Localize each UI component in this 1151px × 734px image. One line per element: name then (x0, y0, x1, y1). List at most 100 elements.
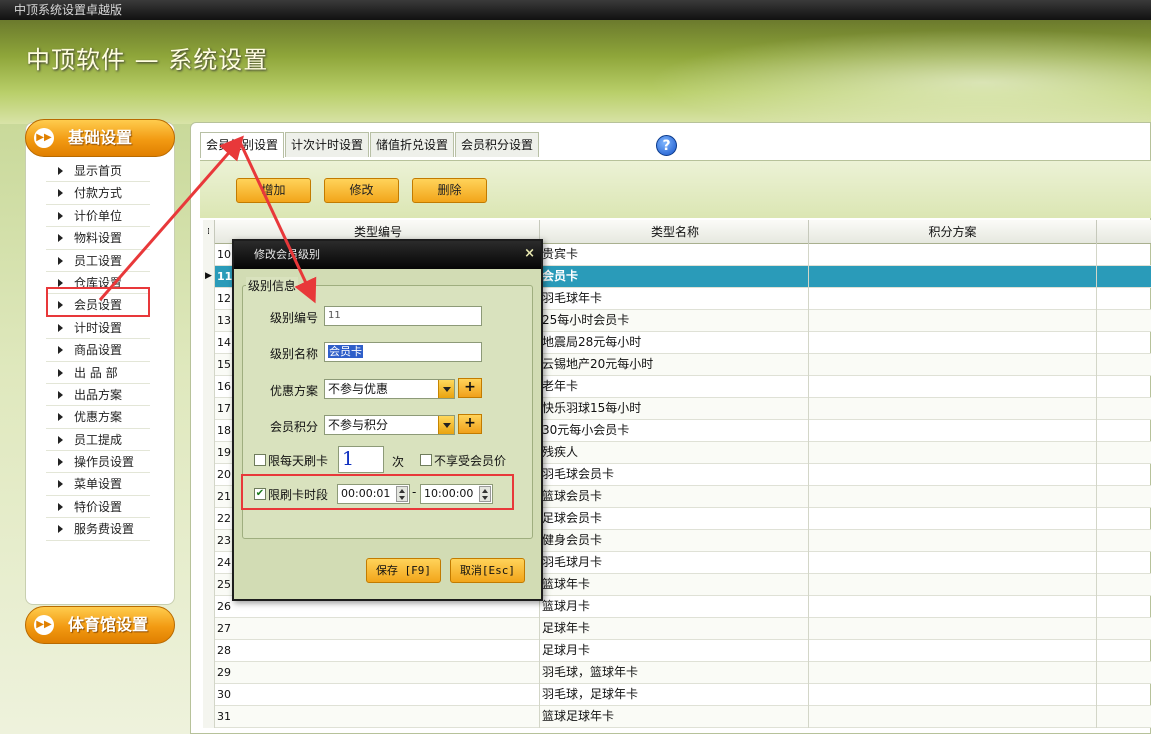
points-select[interactable]: 不参与积分 (324, 415, 455, 435)
cell-points-plan (809, 618, 1097, 640)
help-icon[interactable]: ? (656, 135, 677, 156)
group-title: 级别信息 (246, 277, 299, 294)
tab-count-time[interactable]: 计次计时设置 (285, 132, 370, 157)
sidebar-item[interactable]: 优惠方案 (46, 406, 150, 429)
sidebar-item[interactable]: 商品设置 (46, 339, 150, 362)
cell-points-plan (809, 266, 1097, 288)
sidebar-item[interactable]: 操作员设置 (46, 451, 150, 474)
cell-points-plan (809, 332, 1097, 354)
cell-blank (1097, 376, 1151, 398)
column-header[interactable]: 类型名称 (540, 220, 809, 244)
tab-member-level[interactable]: 会员级别设置 (200, 132, 285, 158)
edit-member-level-dialog: 修改会员级别 × 级别信息 级别编号 11 级别名称 会员卡 优惠方案 不参与优… (232, 239, 543, 601)
row-indicator (203, 640, 215, 662)
cell-blank (1097, 508, 1151, 530)
level-id-label: 级别编号 (270, 311, 319, 325)
daily-limit-label: 限每天刷卡 (268, 454, 329, 468)
edit-button[interactable]: 修改 (324, 178, 399, 203)
section-basic-settings-button[interactable]: ▶▶ 基础设置 (25, 119, 175, 157)
sidebar-item-label: 员工提成 (74, 432, 123, 447)
fast-forward-icon: ▶▶ (34, 615, 54, 635)
row-indicator (203, 464, 215, 486)
section-gym-settings-label: 体育馆设置 (68, 615, 149, 634)
cell-blank (1097, 310, 1151, 332)
arrow-right-icon (58, 211, 63, 220)
cell-points-plan (809, 244, 1097, 266)
cell-blank (1097, 684, 1151, 706)
table-row[interactable]: 28 足球月卡 (203, 640, 1151, 662)
sidebar-item[interactable]: 员工设置 (46, 250, 150, 272)
row-indicator (203, 684, 215, 706)
row-indicator (203, 442, 215, 464)
cell-blank (1097, 332, 1151, 354)
delete-button[interactable]: 删除 (412, 178, 487, 203)
sidebar-item[interactable]: 出品方案 (46, 384, 150, 407)
cell-type-name: 足球月卡 (540, 640, 809, 662)
sidebar-item[interactable]: 特价设置 (46, 496, 150, 519)
cell-blank (1097, 596, 1151, 618)
table-row[interactable]: 29 羽毛球，篮球年卡 (203, 662, 1151, 684)
arrow-right-icon (58, 480, 63, 489)
level-id-value: 11 (328, 310, 341, 321)
cell-type-id: 28 (215, 640, 540, 662)
level-id-field[interactable]: 11 (324, 306, 482, 326)
daily-limit-checkbox[interactable] (254, 454, 266, 466)
cell-points-plan (809, 310, 1097, 332)
discount-select[interactable]: 不参与优惠 (324, 379, 455, 399)
arrow-right-icon (58, 390, 63, 399)
row-indicator (203, 332, 215, 354)
cell-type-name: 30元每小会员卡 (540, 420, 809, 442)
add-discount-button[interactable]: + (458, 378, 482, 398)
save-button[interactable]: 保存 [F9] (366, 558, 441, 583)
cell-points-plan (809, 486, 1097, 508)
sidebar-item[interactable]: 物料设置 (46, 227, 150, 250)
cell-blank (1097, 530, 1151, 552)
cell-points-plan (809, 376, 1097, 398)
cell-blank (1097, 486, 1151, 508)
arrow-right-icon (58, 368, 63, 377)
table-row[interactable]: 31 篮球足球年卡 (203, 706, 1151, 728)
cell-type-name: 快乐羽球15每小时 (540, 398, 809, 420)
sidebar-item-label: 服务费设置 (74, 522, 135, 537)
row-indicator (203, 486, 215, 508)
daily-limit-field[interactable]: 1 (338, 446, 384, 473)
arrow-right-icon (58, 234, 63, 243)
sidebar-item[interactable]: 显示首页 (46, 160, 150, 183)
cell-blank (1097, 288, 1151, 310)
sidebar-item[interactable]: 付款方式 (46, 182, 150, 205)
cell-type-name: 贵宾卡 (540, 244, 809, 266)
add-button[interactable]: 增加 (236, 178, 311, 203)
tab-member-points[interactable]: 会员积分设置 (455, 132, 540, 157)
section-gym-settings-button[interactable]: ▶▶ 体育馆设置 (25, 606, 175, 644)
tab-stored-value[interactable]: 储值折兑设置 (370, 132, 455, 157)
level-name-field[interactable]: 会员卡 (324, 342, 482, 362)
no-member-price-checkbox[interactable] (420, 454, 432, 466)
cell-blank (1097, 552, 1151, 574)
cancel-button[interactable]: 取消[Esc] (450, 558, 525, 583)
table-row[interactable]: 30 羽毛球，足球年卡 (203, 684, 1151, 706)
cell-type-name: 篮球会员卡 (540, 486, 809, 508)
cell-points-plan (809, 662, 1097, 684)
dialog-titlebar: 修改会员级别 × (234, 241, 541, 269)
cell-type-name: 羽毛球，篮球年卡 (540, 662, 809, 684)
sidebar-item-label: 商品设置 (74, 343, 123, 358)
sidebar-item[interactable]: 出 品 部 (46, 362, 150, 384)
cell-points-plan (809, 442, 1097, 464)
close-icon[interactable]: × (524, 244, 535, 264)
arrow-right-icon (58, 435, 63, 444)
points-value: 不参与积分 (328, 418, 389, 432)
sidebar-item[interactable]: 服务费设置 (46, 518, 150, 541)
add-points-button[interactable]: + (458, 414, 482, 434)
sidebar-item[interactable]: 菜单设置 (46, 473, 150, 496)
annotation-box-time-limit (241, 474, 514, 510)
table-row[interactable]: 27 足球年卡 (203, 618, 1151, 640)
sidebar-item[interactable]: 计时设置 (46, 317, 150, 340)
arrow-right-icon (58, 525, 63, 534)
sidebar-item[interactable]: 员工提成 (46, 429, 150, 452)
cell-type-name: 足球会员卡 (540, 508, 809, 530)
cell-blank (1097, 662, 1151, 684)
column-header[interactable]: 积分方案 (809, 220, 1097, 244)
row-indicator (203, 376, 215, 398)
sidebar-item[interactable]: 计价单位 (46, 205, 150, 228)
cell-type-name: 羽毛球，足球年卡 (540, 684, 809, 706)
